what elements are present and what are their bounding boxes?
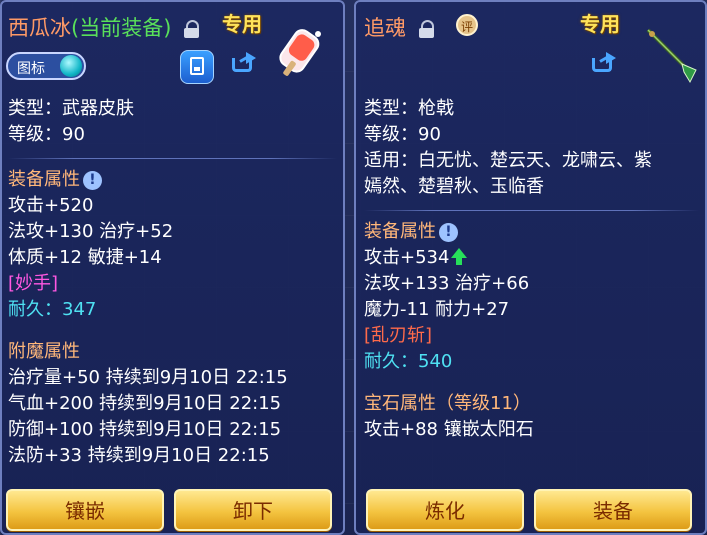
info-icon[interactable]: !	[439, 223, 458, 242]
enchant-row: 气血+200 持续到9月10日 22:15	[8, 393, 282, 414]
unequip-button[interactable]: 卸下	[174, 489, 332, 531]
enchant-row: 防御+100 持续到9月10日 22:15	[8, 419, 282, 440]
divider	[364, 210, 699, 211]
save-icon	[190, 57, 204, 75]
item-name: 西瓜冰	[8, 16, 71, 40]
current-item-tooltip: 西瓜冰(当前装备) 专用 图标 类型：武器皮肤 等级：90 装备属性! 攻击+5…	[0, 0, 345, 535]
enchant-heading: 附魔属性	[8, 341, 80, 362]
share-button[interactable]	[588, 50, 620, 82]
enchant-row: 治疗量+50 持续到9月10日 22:15	[8, 367, 288, 388]
equip-button[interactable]: 装备	[534, 489, 692, 531]
icon-toggle-label: 图标	[17, 61, 45, 77]
exclusive-label: 专用	[580, 12, 620, 36]
lock-icon[interactable]	[418, 20, 435, 38]
durability-label: 耐久：	[364, 351, 418, 372]
share-button[interactable]	[228, 50, 260, 82]
refine-button[interactable]: 炼化	[366, 489, 524, 531]
durability-row: 耐久：347	[8, 297, 337, 323]
item-level: 等级：90	[8, 124, 85, 145]
spear-weapon-icon	[646, 28, 697, 84]
gem-attr-heading: 宝石属性（等级11）	[364, 393, 531, 414]
item-name: 追魂	[364, 16, 406, 40]
durability-value: 347	[62, 299, 97, 320]
attr-row: 魔力-11 耐力+27	[364, 299, 510, 320]
durability-label: 耐久：	[8, 299, 62, 320]
item-applicable-cont: 嫣然、楚碧秋、玉临香	[364, 176, 544, 197]
exclusive-label: 专用	[222, 12, 262, 36]
icon-toggle[interactable]: 图标	[6, 52, 86, 80]
info-icon[interactable]: !	[83, 171, 102, 190]
equip-attr-title: 装备属性	[364, 221, 436, 242]
toggle-knob	[60, 55, 82, 77]
ice-pop-skin-icon	[279, 29, 321, 76]
item-type: 类型：武器皮肤	[8, 98, 134, 119]
rating-badge: 评	[456, 14, 478, 36]
equip-attr-heading: 装备属性!	[364, 219, 699, 245]
gem-attr-row: 攻击+88 镶嵌太阳石	[364, 419, 534, 440]
item-stats: 类型：武器皮肤 等级：90 装备属性! 攻击+520 法攻+130 治疗+52 …	[8, 96, 337, 469]
up-arrow-icon	[451, 248, 468, 265]
item-title: 追魂	[364, 12, 435, 42]
divider	[8, 158, 337, 159]
equipped-tag: (当前装备)	[71, 16, 172, 40]
attr-row: 攻击+520	[8, 195, 94, 216]
inlay-button[interactable]: 镶嵌	[6, 489, 164, 531]
durability-value: 540	[418, 351, 453, 372]
item-stats: 类型：枪戟 等级：90 适用：白无忧、楚云天、龙啸云、紫 嫣然、楚碧秋、玉临香 …	[364, 96, 699, 443]
compare-item-tooltip: 追魂 评 专用 类型：枪戟 等级：90 适用：白无忧、楚云天、龙啸云、紫 嫣然、…	[354, 0, 707, 535]
equip-attr-title: 装备属性	[8, 169, 80, 190]
save-button[interactable]	[180, 50, 214, 84]
item-type: 类型：枪戟	[364, 98, 454, 119]
special-skill: [乱刃斩]	[364, 325, 433, 346]
item-applicable: 适用：白无忧、楚云天、龙啸云、紫	[364, 150, 652, 171]
rating-badge-label: 评	[460, 20, 473, 34]
equip-attr-heading: 装备属性!	[8, 167, 337, 193]
attr-row: 法攻+130 治疗+52	[8, 221, 174, 242]
lock-icon[interactable]	[184, 20, 200, 38]
attack-value: 攻击+534	[364, 247, 450, 268]
special-skill: [妙手]	[8, 273, 59, 294]
attr-row: 法攻+133 治疗+66	[364, 273, 530, 294]
attack-row: 攻击+534	[364, 245, 699, 271]
item-level: 等级：90	[364, 124, 441, 145]
item-title: 西瓜冰(当前装备)	[8, 12, 200, 42]
durability-row: 耐久：540	[364, 349, 699, 375]
attr-row: 体质+12 敏捷+14	[8, 247, 162, 268]
enchant-row: 法防+33 持续到9月10日 22:15	[8, 445, 270, 466]
